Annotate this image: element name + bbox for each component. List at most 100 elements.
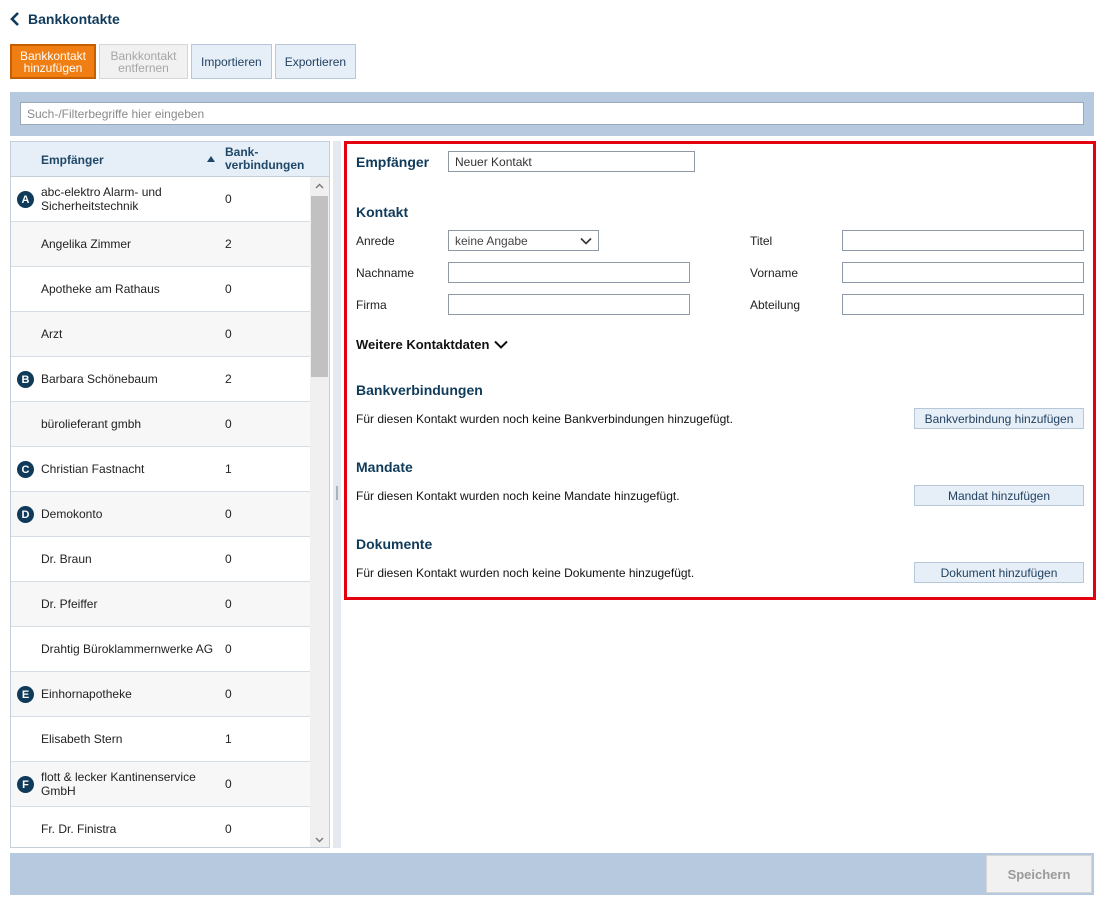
sort-ascending-icon[interactable] (207, 156, 215, 162)
recipient-name: Apotheke am Rathaus (41, 282, 160, 296)
bank-connection-count: 0 (225, 642, 232, 656)
alphabet-index-badge: F (17, 776, 34, 793)
mandate-empty-info: Für diesen Kontakt wurden noch keine Man… (356, 489, 680, 503)
more-contact-details-label: Weitere Kontaktdaten (356, 337, 490, 352)
scroll-thumb[interactable] (311, 196, 328, 377)
bank-connection-count: 0 (225, 327, 232, 341)
recipient-name: Dr. Pfeiffer (41, 597, 98, 611)
firma-field[interactable] (448, 294, 690, 315)
bank-connection-count: 0 (225, 552, 232, 566)
alphabet-index-badge: C (17, 461, 34, 478)
bank-connection-count: 0 (225, 597, 232, 611)
remove-contact-button[interactable]: Bankkontakt entfernen (99, 44, 188, 79)
abteilung-field[interactable] (842, 294, 1084, 315)
bank-connection-count: 0 (225, 687, 232, 701)
recipient-name-field[interactable] (448, 151, 695, 172)
footer-bar: Speichern (10, 853, 1094, 895)
recipient-name: Angelika Zimmer (41, 237, 132, 251)
list-item[interactable]: D Demokonto 0 (11, 492, 310, 537)
import-button[interactable]: Importieren (191, 44, 272, 79)
alphabet-index-badge: D (17, 506, 34, 523)
titel-label: Titel (750, 234, 773, 248)
toolbar: Bankkontakt hinzufügen Bankkontakt entfe… (10, 44, 357, 79)
list-scrollbar[interactable] (310, 177, 329, 847)
bank-connection-count: 1 (225, 462, 232, 476)
contact-section-title: Kontakt (356, 204, 409, 220)
chevron-down-icon (580, 237, 592, 245)
list-item[interactable]: Angelika Zimmer 2 (11, 222, 310, 267)
anrede-select[interactable]: keine Angabe (448, 230, 599, 251)
alphabet-index-badge: A (17, 191, 34, 208)
list-item[interactable]: Dr. Braun 0 (11, 537, 310, 582)
abteilung-label: Abteilung (750, 298, 801, 312)
list-header: Empfänger Bank- verbindungen (11, 142, 329, 177)
vorname-label: Vorname (750, 266, 799, 280)
scroll-down-icon[interactable] (314, 834, 325, 845)
recipient-name: Demokonto (41, 507, 103, 521)
titel-field[interactable] (842, 230, 1084, 251)
list-rows: Aabc-elektro Alarm- und Sicherheitstechn… (11, 177, 310, 847)
recipient-name: flott & lecker Kantinenservice GmbH (41, 770, 196, 798)
add-document-button[interactable]: Dokument hinzufügen (914, 562, 1084, 583)
list-item[interactable]: Arzt 0 (11, 312, 310, 357)
bank-empty-info: Für diesen Kontakt wurden noch keine Ban… (356, 412, 733, 426)
anrede-value: keine Angabe (455, 233, 528, 248)
recipient-name: Barbara Schönebaum (41, 372, 158, 386)
add-contact-button[interactable]: Bankkontakt hinzufügen (10, 44, 96, 79)
list-item[interactable]: Fflott & lecker Kantinenservice GmbH 0 (11, 762, 310, 807)
list-item[interactable]: Aabc-elektro Alarm- und Sicherheitstechn… (11, 177, 310, 222)
more-contact-details-toggle[interactable]: Weitere Kontaktdaten (356, 337, 509, 352)
list-item[interactable]: B Barbara Schönebaum 2 (11, 357, 310, 402)
contact-detail-panel: Empfänger Kontakt Anrede keine Angabe Ti… (344, 141, 1096, 600)
mandate-section-title: Mandate (356, 459, 413, 475)
list-item[interactable]: Drahtig Büroklammernwerke AG 0 (11, 627, 310, 672)
add-bank-connection-button[interactable]: Bankverbindung hinzufügen (914, 408, 1084, 429)
bank-section-title: Bankverbindungen (356, 382, 483, 398)
add-contact-label-2: hinzufügen (23, 60, 83, 75)
list-item[interactable]: E Einhornapotheke 0 (11, 672, 310, 717)
export-button[interactable]: Exportieren (274, 44, 357, 79)
bank-connection-count: 2 (225, 372, 232, 386)
nachname-label: Nachname (356, 266, 415, 280)
recipient-name: Christian Fastnacht (41, 462, 145, 476)
bank-connection-count: 0 (225, 822, 232, 836)
chevron-down-icon (494, 340, 509, 349)
recipient-name: Dr. Braun (41, 552, 92, 566)
alphabet-index-badge: B (17, 371, 34, 388)
recipient-name: Elisabeth Stern (41, 732, 123, 746)
recipient-name: bürolieferant gmbh (41, 417, 142, 431)
list-item[interactable]: bürolieferant gmbh 0 (11, 402, 310, 447)
add-mandate-button[interactable]: Mandat hinzufügen (914, 485, 1084, 506)
list-item[interactable]: Apotheke am Rathaus 0 (11, 267, 310, 312)
bank-connection-count: 2 (225, 237, 232, 251)
list-item[interactable]: C Christian Fastnacht 1 (11, 447, 310, 492)
alphabet-index-badge: E (17, 686, 34, 703)
list-item[interactable]: Fr. Dr. Finistra 0 (11, 807, 310, 847)
recipient-label: Empfänger (356, 154, 430, 170)
list-item[interactable]: Dr. Pfeiffer 0 (11, 582, 310, 627)
chevron-left-icon[interactable] (10, 12, 20, 26)
list-item[interactable]: Elisabeth Stern 1 (11, 717, 310, 762)
bank-connection-count: 0 (225, 777, 232, 791)
search-bar (10, 92, 1094, 136)
documents-empty-info: Für diesen Kontakt wurden noch keine Dok… (356, 566, 695, 580)
bank-connection-count: 0 (225, 282, 232, 296)
recipient-name: Arzt (41, 327, 63, 341)
search-input[interactable] (20, 102, 1084, 125)
bank-connection-count: 0 (225, 417, 232, 431)
bank-header-line-2: verbindungen (225, 158, 305, 172)
bank-connection-count: 0 (225, 507, 232, 521)
save-button[interactable]: Speichern (986, 855, 1092, 893)
contact-list: Empfänger Bank- verbindungen Aabc-elektr… (10, 141, 330, 848)
nachname-field[interactable] (448, 262, 690, 283)
scroll-up-icon[interactable] (314, 181, 325, 192)
column-header-recipient[interactable]: Empfänger (41, 153, 104, 167)
vorname-field[interactable] (842, 262, 1084, 283)
column-header-bank-connections[interactable]: Bank- verbindungen (225, 146, 304, 172)
splitter-grip-icon[interactable] (336, 486, 338, 500)
recipient-name: Einhornapotheke (41, 687, 132, 701)
panel-splitter[interactable] (333, 141, 341, 848)
recipient-name: Fr. Dr. Finistra (41, 822, 117, 836)
bank-header-line-1: Bank- (225, 145, 259, 159)
recipient-name: abc-elektro Alarm- und Sicherheitstechni… (41, 185, 162, 213)
